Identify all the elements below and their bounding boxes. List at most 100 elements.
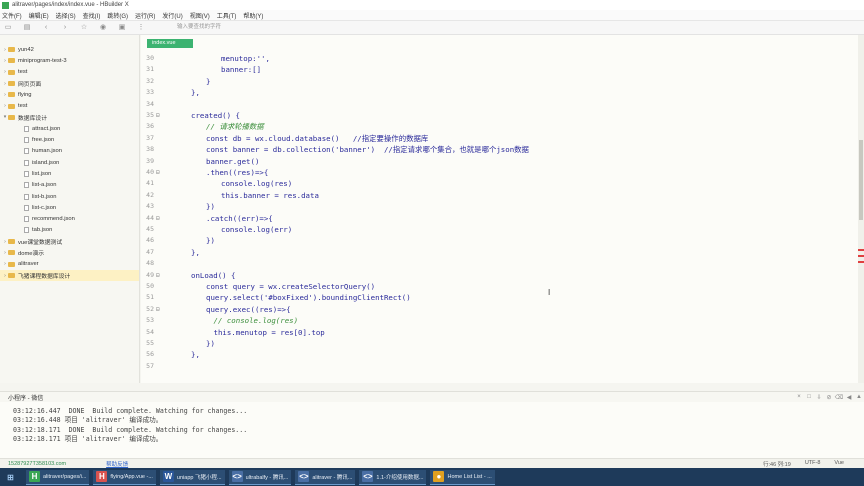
code-line[interactable]: 33}, xyxy=(141,87,841,98)
code-line[interactable]: 42 this.banner = res.data xyxy=(141,190,841,201)
console-control-icon[interactable]: ▲ xyxy=(854,394,864,401)
code-line[interactable]: 56}, xyxy=(141,349,841,360)
tab-console[interactable]: 小程序 - 微信 xyxy=(8,393,43,402)
language-mode[interactable]: Vue xyxy=(834,460,844,468)
help-feedback-link[interactable]: 帮助反馈 xyxy=(106,460,128,468)
code-line[interactable]: 46}) xyxy=(141,235,841,246)
console-control-icon[interactable]: ⇩ xyxy=(814,394,824,401)
run-icon[interactable]: ◉ xyxy=(99,24,107,32)
tree-folder[interactable]: › test xyxy=(0,67,139,78)
code-text: query.exec((res)=>{ xyxy=(206,304,291,314)
tree-folder[interactable]: › yun42 xyxy=(0,44,139,55)
code-line[interactable]: 47}, xyxy=(141,247,841,258)
tree-file[interactable]: recommend.json xyxy=(0,213,139,224)
taskbar-app[interactable]: Wuniapp 飞猪小程... xyxy=(159,469,225,485)
code-line[interactable]: 31 banner:[] xyxy=(141,64,841,75)
star-icon[interactable]: ☆ xyxy=(80,24,88,32)
console-control-icon[interactable]: ⊘ xyxy=(824,394,834,401)
code-editor[interactable]: index.vue 30 menutop:'', 31 banner:[] 32} 33}… xyxy=(141,35,864,383)
taskbar-app[interactable]: Halitraver/pages/i... xyxy=(26,469,90,485)
code-line[interactable]: 34 xyxy=(141,99,841,110)
menu-item[interactable]: 文件(F) xyxy=(2,11,22,20)
menu-item[interactable]: 跳转(G) xyxy=(107,11,128,20)
code-line[interactable]: 36 // 请求轮播数据 xyxy=(141,121,841,132)
console-control-icon[interactable]: □ xyxy=(804,394,814,401)
code-line[interactable]: 37 const db = wx.cloud.database() //指定要操作… xyxy=(141,133,841,144)
tree-folder[interactable]: › alitraver xyxy=(0,259,139,270)
code-line[interactable]: 55}) xyxy=(141,338,841,349)
menu-item[interactable]: 发行(U) xyxy=(162,11,182,20)
tree-folder[interactable]: › vue课堂数据测试 xyxy=(0,236,139,247)
tree-folder[interactable]: › dome演示 xyxy=(0,247,139,258)
code-line[interactable]: 57 xyxy=(141,361,841,372)
menu-item[interactable]: 选择(S) xyxy=(56,11,76,20)
new-file-icon[interactable]: ▭ xyxy=(4,24,12,32)
menu-item[interactable]: 查找(I) xyxy=(83,11,101,20)
scrollbar-thumb[interactable] xyxy=(859,140,863,220)
fold-toggle-icon[interactable]: ⊟ xyxy=(156,304,160,315)
user-account[interactable]: 15287927T358103.com xyxy=(8,461,66,467)
code-line[interactable]: 35 ⊟ created() { xyxy=(141,110,841,121)
console-control-icon[interactable]: × xyxy=(794,394,804,401)
code-line[interactable]: 51 query.select('#boxFixed').boundingClie… xyxy=(141,292,841,303)
code-line[interactable]: 38 const banner = db.collection('banner')… xyxy=(141,144,841,155)
forward-icon[interactable]: › xyxy=(61,24,69,32)
tree-file[interactable]: attract.json xyxy=(0,123,139,134)
save-icon[interactable]: ▤ xyxy=(23,24,31,32)
code-line[interactable]: 44 ⊟ .catch((err)=>{ xyxy=(141,213,841,224)
tree-file[interactable]: tab.json xyxy=(0,225,139,236)
code-line[interactable]: 54 this.menutop = res[0].top xyxy=(141,327,841,338)
code-line[interactable]: 39 banner.get() xyxy=(141,156,841,167)
search-input[interactable]: 输入要查找的字符 xyxy=(174,23,324,32)
tree-folder[interactable]: › 飞猪课程数据库设计 xyxy=(0,269,139,282)
tree-folder[interactable]: › flying xyxy=(0,89,139,100)
code-line[interactable]: 43}) xyxy=(141,201,841,212)
code-line[interactable]: 53 // console.log(res) xyxy=(141,315,841,326)
code-line[interactable]: 41 console.log(res) xyxy=(141,178,841,189)
code-line[interactable]: 49 ⊟ onLoad() { xyxy=(141,270,841,281)
taskbar-app[interactable]: <> alitraver - 腾讯... xyxy=(295,469,356,485)
console-control-icon[interactable]: ◀ xyxy=(844,394,854,401)
tree-file[interactable]: list-a.json xyxy=(0,180,139,191)
menu-item[interactable]: 帮助(Y) xyxy=(243,11,263,20)
editor-scrollbar[interactable] xyxy=(858,35,864,383)
code-text: // console.log(res) xyxy=(213,316,299,326)
menu-item[interactable]: 工具(T) xyxy=(217,11,237,20)
line-number: 38 xyxy=(146,145,154,154)
code-line[interactable]: 50 const query = wx.createSelectorQuery() xyxy=(141,281,841,292)
code-line[interactable]: 30 menutop:'', xyxy=(141,53,841,64)
code-line[interactable]: 40 ⊟ .then((res)=>{ xyxy=(141,167,841,178)
taskbar-app[interactable]: Hflying/App.vue -... xyxy=(93,469,156,485)
tree-file[interactable]: list-c.json xyxy=(0,202,139,213)
tab-index-vue[interactable]: index.vue xyxy=(147,39,193,48)
code-line[interactable]: 52 ⊟ query.exec((res)=>{ xyxy=(141,304,841,315)
more-icon[interactable]: ⋮ xyxy=(137,24,145,32)
fold-toggle-icon[interactable]: ⊟ xyxy=(156,167,160,178)
code-line[interactable]: 45 console.log(err) xyxy=(141,224,841,235)
encoding[interactable]: UTF-8 xyxy=(805,460,821,468)
console-control-icon[interactable]: ⌫ xyxy=(834,394,844,401)
code-line[interactable]: 32} xyxy=(141,76,841,87)
back-icon[interactable]: ‹ xyxy=(42,24,50,32)
fold-toggle-icon[interactable]: ⊟ xyxy=(156,110,160,121)
code-line[interactable]: 48 xyxy=(141,258,841,269)
menu-item[interactable]: 编辑(E) xyxy=(29,11,49,20)
tree-folder[interactable]: › miniprogram-test-3 xyxy=(0,55,139,66)
tree-folder[interactable]: › test xyxy=(0,100,139,111)
menu-item[interactable]: 视图(V) xyxy=(190,11,210,20)
tree-file[interactable]: free.json xyxy=(0,134,139,145)
tree-file[interactable]: island.json xyxy=(0,157,139,168)
tree-file[interactable]: human.json xyxy=(0,146,139,157)
preview-icon[interactable]: ▣ xyxy=(118,24,126,32)
tree-folder[interactable]: › 网页页面 xyxy=(0,78,139,89)
taskbar-app[interactable]: <> ultrabalfy - 腾讯... xyxy=(228,469,292,485)
tree-file[interactable]: list.json xyxy=(0,168,139,179)
taskbar-app[interactable]: ● Home List List - ... xyxy=(430,469,495,485)
fold-toggle-icon[interactable]: ⊟ xyxy=(156,213,160,224)
menu-item[interactable]: 运行(R) xyxy=(135,11,155,20)
fold-toggle-icon[interactable]: ⊟ xyxy=(156,270,160,281)
taskbar-app[interactable]: <> 1.1-介绍使用数据... xyxy=(359,469,427,485)
tree-folder[interactable]: ▾ 数据库设计 xyxy=(0,112,139,123)
tree-file[interactable]: list-b.json xyxy=(0,191,139,202)
start-button[interactable]: ⊞ xyxy=(2,470,22,485)
